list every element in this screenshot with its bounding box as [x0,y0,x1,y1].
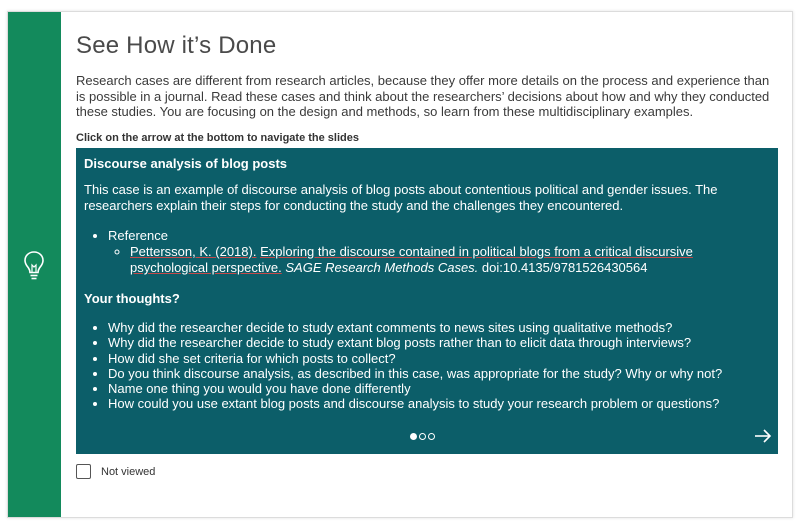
navigation-instruction: Click on the arrow at the bottom to navi… [76,131,359,144]
reference-list: Reference Pettersson, K. (2018). Explori… [84,228,770,276]
citation-doi: doi:10.4135/9781526430564 [481,260,648,275]
main-content: See How it’s Done Research cases are dif… [76,12,781,479]
reference-label: Reference [108,228,168,243]
question-item: How could you use extant blog posts and … [108,396,770,411]
questions-list: Why did the researcher decide to study e… [84,320,770,412]
slide-heading: Discourse analysis of blog posts [84,156,287,171]
side-accent-bar [8,12,61,517]
reference-citation: Pettersson, K. (2018). Exploring the dis… [130,244,770,276]
viewed-status-row: Not viewed [76,464,155,479]
question-item: Do you think discourse analysis, as desc… [108,366,770,381]
viewed-checkbox[interactable] [76,464,91,479]
slide-description: This case is an example of discourse ana… [84,182,718,213]
reference-item: Reference Pettersson, K. (2018). Explori… [108,228,770,276]
slide-pagination [410,433,435,440]
question-item: Name one thing you would you have done d… [108,381,770,396]
lightbulb-icon [24,251,44,280]
citation-journal: SAGE Research Methods Cases. [285,260,479,275]
pagination-dot[interactable] [428,433,435,440]
viewed-label: Not viewed [101,465,156,478]
page-title: See How it’s Done [76,32,277,59]
thoughts-heading: Your thoughts? [84,291,180,306]
pagination-dot[interactable] [419,433,426,440]
citation-authors: Pettersson, K. (2018). [130,244,257,259]
arrow-right-icon[interactable] [754,428,772,444]
case-card: See How it’s Done Research cases are dif… [7,11,793,518]
pagination-dot[interactable] [410,433,417,440]
intro-paragraph: Research cases are different from resear… [76,73,770,119]
slide-panel: Discourse analysis of blog posts This ca… [76,148,778,454]
question-item: Why did the researcher decide to study e… [108,335,770,350]
question-item: How did she set criteria for which posts… [108,351,770,366]
question-item: Why did the researcher decide to study e… [108,320,770,335]
